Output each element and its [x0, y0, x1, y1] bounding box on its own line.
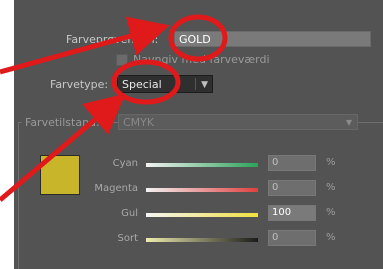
highlight-circle-name: [168, 14, 228, 62]
annotation-overlay: [0, 14, 228, 202]
arrow-to-type: [0, 93, 126, 202]
new-swatch-dialog: Farveprøvenavn: GOLD Navngiv med farvevæ…: [0, 0, 383, 269]
highlight-circle-type: [111, 59, 181, 105]
